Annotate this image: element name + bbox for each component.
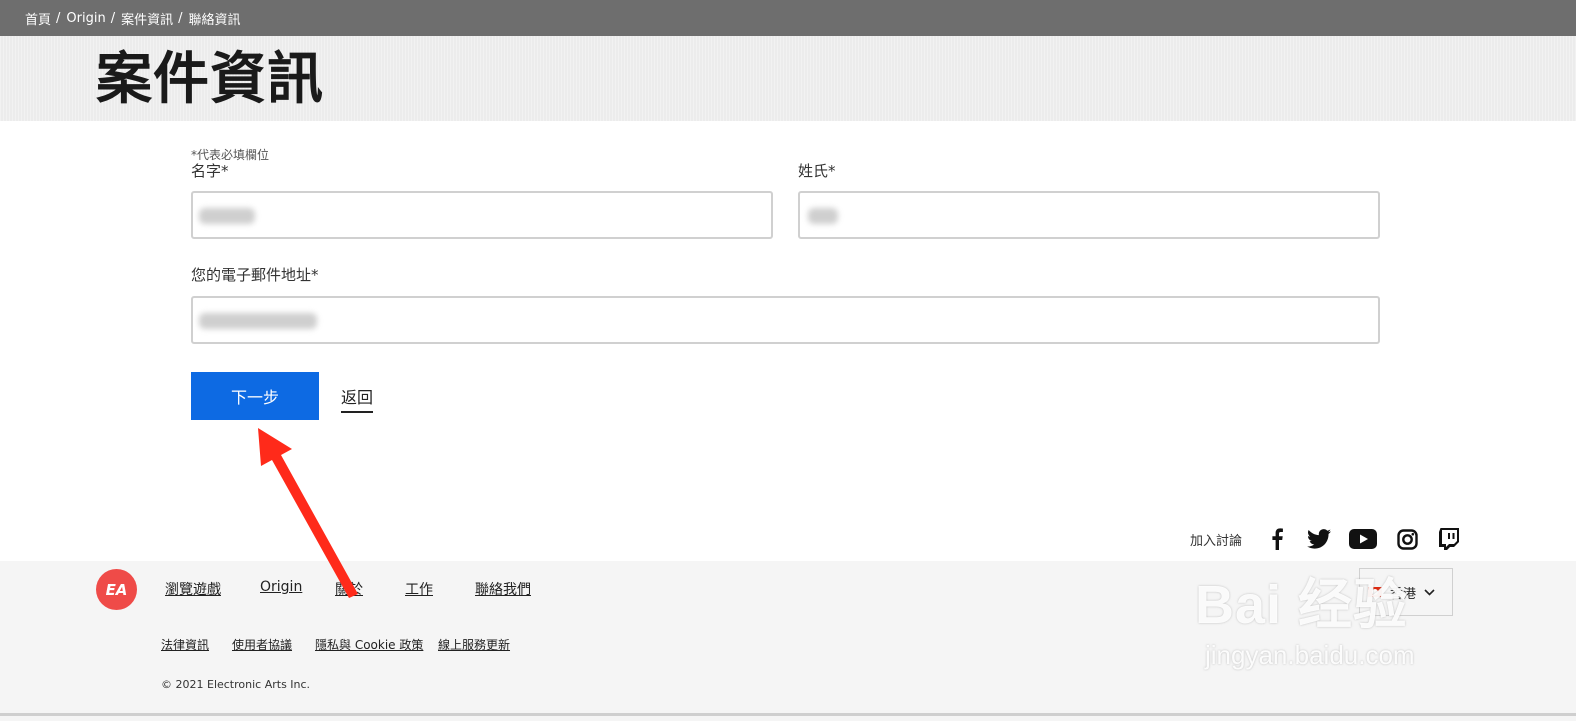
breadcrumb-case-info[interactable]: 案件資訊 xyxy=(121,9,173,28)
footer-bottom-divider xyxy=(0,713,1576,716)
join-discussion-label: 加入討論 xyxy=(1190,533,1243,549)
breadcrumb-home[interactable]: 首頁 xyxy=(25,9,51,28)
redacted-value xyxy=(808,208,838,224)
twitter-icon[interactable] xyxy=(1306,526,1332,552)
instagram-icon[interactable] xyxy=(1394,526,1420,552)
redacted-value xyxy=(199,208,255,224)
facebook-icon[interactable] xyxy=(1264,526,1290,552)
first-name-field[interactable] xyxy=(191,191,773,239)
breadcrumb-separator: / xyxy=(110,10,116,26)
breadcrumb-separator: / xyxy=(178,10,183,26)
back-link[interactable]: 返回 xyxy=(341,384,374,413)
last-name-field[interactable] xyxy=(798,191,1380,239)
email-label: 您的電子郵件地址* xyxy=(191,266,319,284)
footer-nav-about[interactable]: 關於 xyxy=(335,579,363,599)
footer-online-service-updates[interactable]: 線上服務更新 xyxy=(438,636,510,653)
social-links: 加入討論 xyxy=(1190,524,1462,554)
copyright: © 2021 Electronic Arts Inc. xyxy=(161,678,311,691)
footer-nav-contact[interactable]: 聯絡我們 xyxy=(475,579,531,599)
first-name-label: 名字* xyxy=(191,162,229,180)
breadcrumb-contact-info: 聯絡資訊 xyxy=(188,12,241,28)
page-title: 案件資訊 xyxy=(96,47,324,112)
breadcrumb-separator: / xyxy=(56,10,61,26)
baidu-watermark: Bai 经验 jingyan.baidu.com xyxy=(1195,560,1415,670)
last-name-label: 姓氏* xyxy=(798,162,836,180)
footer-legal-info[interactable]: 法律資訊 xyxy=(161,636,209,653)
twitch-icon[interactable] xyxy=(1436,526,1462,552)
youtube-icon[interactable] xyxy=(1348,526,1378,552)
last-name-input[interactable] xyxy=(806,193,1378,237)
footer-user-agreement[interactable]: 使用者協議 xyxy=(232,636,292,653)
first-name-input[interactable] xyxy=(199,193,771,237)
footer-nav-jobs[interactable]: 工作 xyxy=(405,579,433,599)
email-input[interactable] xyxy=(199,298,1378,342)
footer-privacy-cookie[interactable]: 隱私與 Cookie 政策 xyxy=(315,636,423,653)
page: 首頁 / Origin / 案件資訊 / 聯絡資訊 案件資訊 *代表必填欄位 名… xyxy=(0,0,1576,721)
footer-nav-browse-games[interactable]: 瀏覽遊戲 xyxy=(165,579,221,599)
chevron-down-icon xyxy=(1424,585,1435,600)
breadcrumb-origin[interactable]: Origin xyxy=(66,11,105,26)
ea-logo[interactable]: EA xyxy=(96,569,137,610)
page-header: 案件資訊 xyxy=(0,36,1576,121)
watermark-brand: Bai 经验 xyxy=(1195,575,1409,635)
watermark-url: jingyan.baidu.com xyxy=(1205,640,1415,670)
footer-nav-origin[interactable]: Origin xyxy=(260,579,302,595)
breadcrumb: 首頁 / Origin / 案件資訊 / 聯絡資訊 xyxy=(0,0,1576,36)
next-button[interactable]: 下一步 xyxy=(191,372,319,420)
redacted-value xyxy=(199,313,317,329)
email-field[interactable] xyxy=(191,296,1380,344)
